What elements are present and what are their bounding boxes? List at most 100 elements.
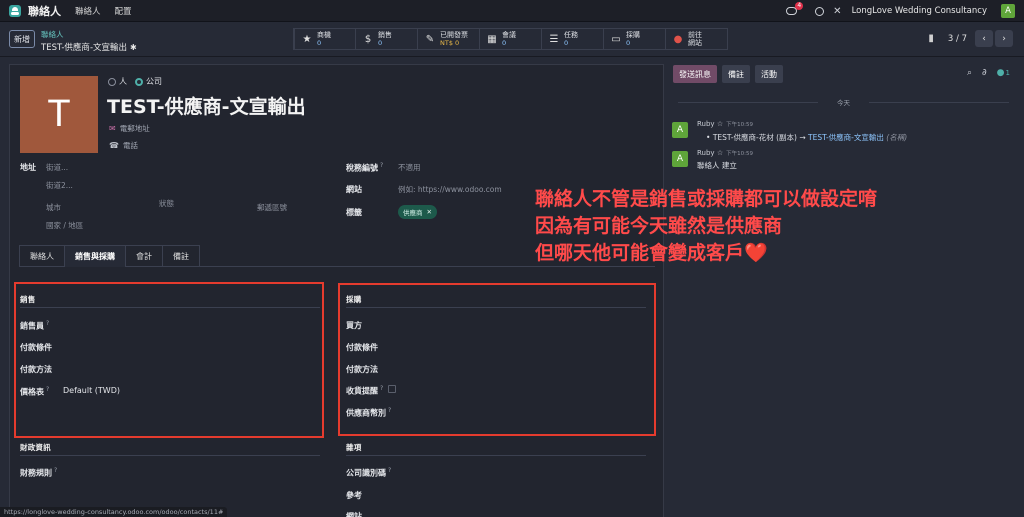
tab-accounting[interactable]: 會計 [125,245,163,267]
message-tracking: • TEST-供應商-花材 (副本) → TEST-供應商-文宣輸出 (名稱) [706,133,908,142]
contacts-app-icon[interactable] [9,4,21,17]
smart-button-sales[interactable]: $ 銷售 0 [356,28,418,50]
city-input[interactable]: 城市 [46,202,61,213]
street2-input[interactable]: 街道2... [46,180,73,191]
breadcrumb-current: TEST-供應商-文宣輸出 ✱ [41,41,137,53]
gear-icon[interactable]: ✱ [130,43,137,52]
dollar-icon: $ [364,33,372,45]
log-note-button[interactable]: 備註 [722,65,750,83]
smart-value: NT$ 0 [440,39,460,47]
misc-website-label: 網站 [346,512,362,517]
invoice-icon: ✎ [425,33,435,45]
fiscal-position-text: 財務規則 [20,468,52,478]
annotation-line-3: 但哪天他可能會變成客戶❤️ [535,242,768,264]
top-navbar: 聯絡人 聯絡人 配置 4 ✕ LongLove Wedding Consulta… [0,0,1024,22]
tax-label: 稅務編號? [346,162,384,173]
email-placeholder: 電郵地址 [119,124,150,133]
pager-value[interactable]: 3 / 7 [948,34,967,44]
phone-field[interactable]: ☎ 電話 [109,140,138,151]
email-field[interactable]: ✉ 電郵地址 [109,123,150,134]
smart-value: 0 [317,39,322,47]
smart-buttons: ★ 商機 0 $ 銷售 0 ✎ 已開發票 NT$ 0 ▦ 會議 0 ☰ 任務 0 ▭ 採購… [293,28,728,50]
star-icon: ★ [302,33,312,45]
partner-avatar[interactable]: T [20,76,98,153]
zip-input[interactable]: 郵遞區號 [257,202,287,213]
chevron-left-icon[interactable]: ‹ [975,30,993,47]
star-icon[interactable]: ☆ [717,120,723,128]
app-name[interactable]: 聯絡人 [28,3,61,19]
misc-section-title: 雜項 [346,443,362,452]
message-body: 聯絡人 建立 [697,161,737,170]
message-author: Ruby ☆ 下午10:59 [697,120,753,128]
status-url: https://longlove-wedding-consultancy.odo… [0,507,228,517]
smart-button-purchases[interactable]: ▭ 採購 0 [604,28,666,50]
smart-button-website[interactable]: ● 前往 網站 [666,28,728,50]
message-avatar: A [672,151,688,167]
smart-value: 0 [502,39,507,47]
field-name: (名稱) [886,133,908,142]
app-window: 聯絡人 聯絡人 配置 4 ✕ LongLove Wedding Consulta… [0,0,1024,517]
tools-icon[interactable]: ✕ [833,6,841,17]
attachment-icon[interactable]: ▮ [928,33,934,44]
close-icon[interactable]: ✕ [427,208,432,216]
message-avatar: A [672,122,688,138]
tasks-icon: ☰ [549,33,559,45]
menu-configuration[interactable]: 配置 [115,5,132,17]
company-type-radio: 人 公司 [108,76,170,87]
smart-value: 網站 [688,39,702,47]
message-time: 下午10:59 [726,151,753,157]
breadcrumb-title: TEST-供應商-文宣輸出 [41,43,128,53]
card-icon: ▭ [611,33,621,45]
paperclip-icon[interactable]: ∂ [982,68,987,78]
calendar-icon: ▦ [487,33,497,45]
divider [346,455,646,456]
globe-icon: ● [673,33,683,45]
chatter-panel: 發送訊息 備註 活動 ⌕ ∂ ●1 今天 A Ruby ☆ 下午10:59 • T… [664,57,1024,517]
country-input[interactable]: 國家 / 地區 [46,220,83,231]
radio-off-icon [108,77,116,86]
company-id-label: 公司識別碼? [346,467,392,478]
search-icon[interactable]: ⌕ [967,68,972,78]
smart-button-tasks[interactable]: ☰ 任務 0 [542,28,604,50]
chevron-right-icon[interactable]: › [995,30,1013,47]
state-input[interactable]: 狀態 [159,198,174,209]
highlight-box [338,283,656,436]
message-author: Ruby ☆ 下午10:59 [697,149,753,157]
clock-icon[interactable] [815,6,825,16]
company-switcher[interactable]: LongLove Wedding Consultancy [852,6,987,16]
followers-icon[interactable]: ●1 [997,68,1010,78]
smart-button-invoiced[interactable]: ✎ 已開發票 NT$ 0 [418,28,480,50]
smart-button-opportunities[interactable]: ★ 商機 0 [294,28,356,50]
radio-person-label: 人 [119,77,127,86]
smart-button-meetings[interactable]: ▦ 會議 0 [480,28,542,50]
send-message-button[interactable]: 發送訊息 [673,65,717,83]
menu-contacts[interactable]: 聯絡人 [75,5,101,17]
radio-person[interactable]: 人 [108,76,127,87]
chat-icon[interactable]: 4 [786,2,804,15]
tab-sales-purchase[interactable]: 銷售與採購 [64,245,126,267]
smart-value: 0 [378,39,383,47]
author-name[interactable]: Ruby [697,149,715,157]
message-time: 下午10:59 [726,122,753,128]
tax-input[interactable]: 不適用 [398,162,421,173]
tab-notes[interactable]: 備註 [162,245,200,267]
website-label: 網站 [346,185,362,194]
author-name[interactable]: Ruby [697,120,715,128]
chatter-toolbar: ⌕ ∂ ●1 [957,68,1010,78]
breadcrumb-parent[interactable]: 聯絡人 [41,29,137,40]
new-button[interactable]: 新增 [9,30,35,48]
radio-company[interactable]: 公司 [135,76,162,87]
street-input[interactable]: 街道... [46,162,68,173]
annotation-line-2: 因為有可能今天雖然是供應商 [535,215,783,237]
smart-label: 會議 [502,31,516,39]
fiscal-section-title: 財政資訊 [20,443,51,452]
partner-name-field[interactable]: TEST-供應商-文宣輸出 [107,92,306,119]
star-icon[interactable]: ☆ [717,149,723,157]
tab-contacts[interactable]: 聯絡人 [19,245,65,267]
user-avatar[interactable]: A [1001,4,1015,18]
activity-button[interactable]: 活動 [755,65,783,83]
website-input[interactable]: 例如: https://www.odoo.com [398,184,502,195]
radio-company-label: 公司 [146,77,162,86]
smart-label: 商機 [317,31,331,39]
reference-label: 參考 [346,491,362,500]
